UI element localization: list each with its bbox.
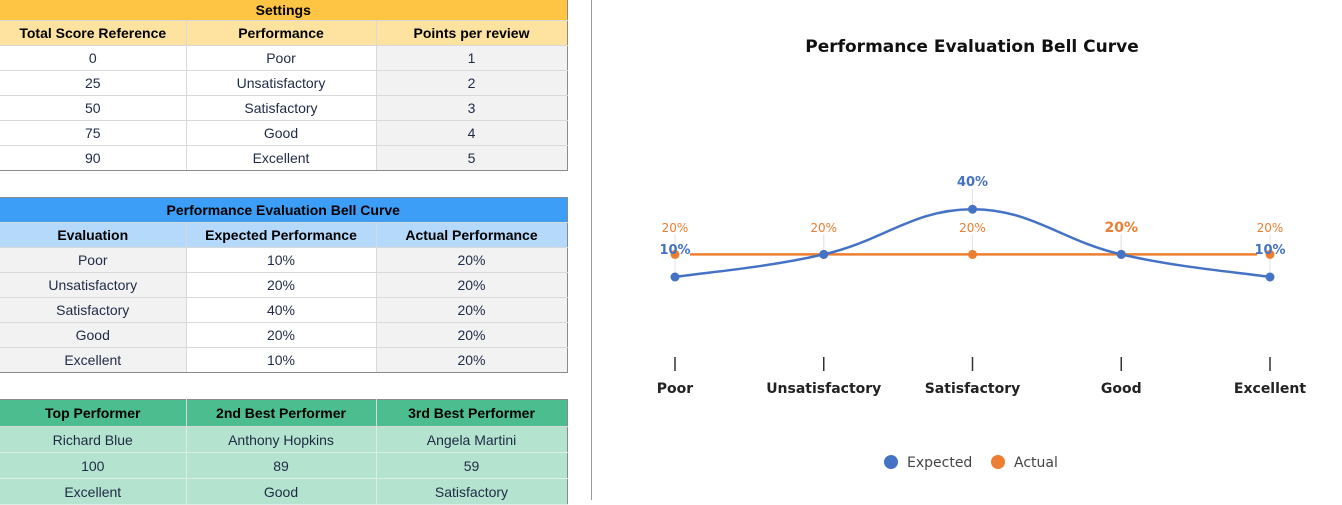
settings-table: Settings Total Score Reference Performan… (0, 0, 568, 171)
x-tick-label: Unsatisfactory (766, 381, 881, 397)
cell-performance[interactable]: Poor (186, 45, 377, 71)
header-actual-performance[interactable]: Actual Performance (376, 222, 568, 248)
cell-actual[interactable]: 20% (376, 297, 568, 323)
pane-divider[interactable] (591, 0, 592, 500)
cell-evaluation[interactable]: Good (0, 322, 187, 348)
x-tick-label: Excellent (1234, 381, 1306, 397)
top-performers-table: Top Performer 2nd Best Performer 3rd Bes… (0, 399, 568, 505)
cell-expected[interactable]: 20% (186, 272, 377, 298)
data-point-expected (1265, 272, 1275, 282)
cell-actual[interactable]: 20% (376, 272, 568, 298)
table-row: 100 89 59 (0, 452, 568, 479)
data-label-actual: 20% (1104, 220, 1138, 236)
cell-performance[interactable]: Good (186, 120, 377, 146)
x-tick-label: Satisfactory (925, 381, 1021, 397)
legend: Expected Actual (884, 455, 1058, 471)
chart-canvas: Performance Evaluation Bell Curve Poor Un… (657, 37, 1307, 471)
data-label-actual: 20% (810, 221, 837, 235)
cell-performer-name[interactable]: Anthony Hopkins (186, 426, 377, 453)
data-point-expected (1116, 249, 1126, 259)
table-row: Satisfactory 40% 20% (0, 297, 568, 323)
cell-performance[interactable]: Excellent (186, 145, 377, 171)
cell-points[interactable]: 3 (376, 95, 568, 121)
data-label-expected: 10% (659, 243, 690, 258)
header-top-performer[interactable]: Top Performer (0, 399, 187, 427)
cell-score[interactable]: 50 (0, 95, 187, 121)
table-row: 75 Good 4 (0, 120, 568, 146)
table-row: 90 Excellent 5 (0, 145, 568, 171)
data-label-actual: 20% (959, 221, 986, 235)
cell-performer-rating[interactable]: Excellent (0, 478, 187, 505)
chart-title: Performance Evaluation Bell Curve (805, 37, 1139, 57)
bell-curve-chart[interactable]: Performance Evaluation Bell Curve Poor Un… (600, 0, 1342, 500)
cell-expected[interactable]: 20% (186, 322, 377, 348)
cell-score[interactable]: 25 (0, 70, 187, 96)
cell-performer-rating[interactable]: Satisfactory (376, 478, 568, 505)
legend-marker-actual (991, 455, 1005, 469)
table-row: 50 Satisfactory 3 (0, 95, 568, 121)
cell-performer-name[interactable]: Richard Blue (0, 426, 187, 453)
table-row: Richard Blue Anthony Hopkins Angela Mart… (0, 426, 568, 453)
table-row: Poor 10% 20% (0, 247, 568, 273)
legend-marker-expected (884, 455, 898, 469)
cell-evaluation[interactable]: Satisfactory (0, 297, 187, 323)
table-row: Unsatisfactory 20% 20% (0, 272, 568, 298)
cell-expected[interactable]: 10% (186, 247, 377, 273)
data-point-expected (819, 249, 829, 259)
cell-expected[interactable]: 10% (186, 347, 377, 373)
table-row: Good 20% 20% (0, 322, 568, 348)
cell-evaluation[interactable]: Excellent (0, 347, 187, 373)
cell-score[interactable]: 75 (0, 120, 187, 146)
cell-performer-rating[interactable]: Good (186, 478, 377, 505)
cell-performer-score[interactable]: 100 (0, 452, 187, 479)
table-row: Excellent 10% 20% (0, 347, 568, 373)
cell-score[interactable]: 90 (0, 145, 187, 171)
data-point-actual (968, 249, 977, 259)
header-expected-performance[interactable]: Expected Performance (186, 222, 377, 248)
x-axis: Poor Unsatisfactory Satisfactory Good Excell… (657, 357, 1306, 397)
cell-score[interactable]: 0 (0, 45, 187, 71)
data-label-expected: 40% (957, 175, 988, 190)
cell-points[interactable]: 5 (376, 145, 568, 171)
header-total-score-reference[interactable]: Total Score Reference (0, 20, 187, 46)
bell-curve-table: Performance Evaluation Bell Curve Evalua… (0, 197, 568, 373)
data-point-expected (968, 204, 977, 214)
table-row: 25 Unsatisfactory 2 (0, 70, 568, 96)
settings-title[interactable]: Settings (0, 0, 568, 21)
header-2nd-best-performer[interactable]: 2nd Best Performer (186, 399, 377, 427)
cell-evaluation[interactable]: Poor (0, 247, 187, 273)
bell-curve-table-title[interactable]: Performance Evaluation Bell Curve (0, 197, 568, 223)
legend-label-expected: Expected (907, 455, 972, 471)
cell-performer-name[interactable]: Angela Martini (376, 426, 568, 453)
header-evaluation[interactable]: Evaluation (0, 222, 187, 248)
legend-label-actual: Actual (1014, 455, 1058, 471)
cell-performer-score[interactable]: 59 (376, 452, 568, 479)
header-points-per-review[interactable]: Points per review (376, 20, 568, 46)
cell-evaluation[interactable]: Unsatisfactory (0, 272, 187, 298)
data-label-expected: 10% (1254, 243, 1285, 258)
cell-performance[interactable]: Unsatisfactory (186, 70, 377, 96)
cell-actual[interactable]: 20% (376, 347, 568, 373)
cell-actual[interactable]: 20% (376, 247, 568, 273)
x-tick-label: Poor (657, 381, 693, 397)
cell-performance[interactable]: Satisfactory (186, 95, 377, 121)
data-label-actual: 20% (662, 221, 689, 235)
cell-actual[interactable]: 20% (376, 322, 568, 348)
header-3rd-best-performer[interactable]: 3rd Best Performer (376, 399, 568, 427)
table-row: 0 Poor 1 (0, 45, 568, 71)
cell-points[interactable]: 2 (376, 70, 568, 96)
x-tick-label: Good (1101, 381, 1142, 397)
data-point-expected (670, 272, 680, 282)
cell-points[interactable]: 1 (376, 45, 568, 71)
header-performance[interactable]: Performance (186, 20, 377, 46)
data-label-actual: 20% (1257, 221, 1284, 235)
cell-points[interactable]: 4 (376, 120, 568, 146)
table-row: Excellent Good Satisfactory (0, 478, 568, 505)
cell-expected[interactable]: 40% (186, 297, 377, 323)
cell-performer-score[interactable]: 89 (186, 452, 377, 479)
